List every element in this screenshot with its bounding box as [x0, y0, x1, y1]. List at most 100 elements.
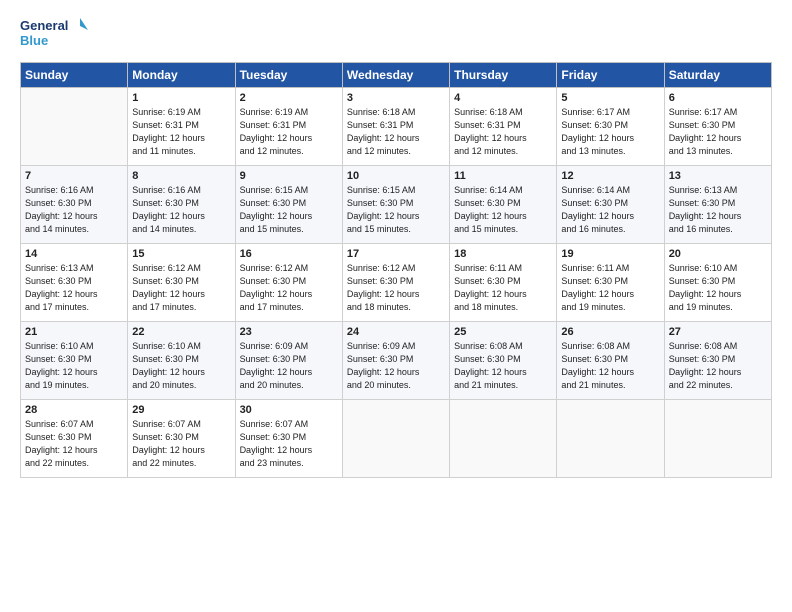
calendar-cell: 11 Sunrise: 6:14 AM Sunset: 6:30 PM Dayli…: [450, 166, 557, 244]
day-info: Sunrise: 6:12 AM Sunset: 6:30 PM Dayligh…: [132, 262, 230, 314]
day-number: 14: [25, 248, 123, 260]
day-number: 8: [132, 170, 230, 182]
day-info: Sunrise: 6:07 AM Sunset: 6:30 PM Dayligh…: [132, 418, 230, 470]
day-number: 21: [25, 326, 123, 338]
calendar-cell: 10 Sunrise: 6:15 AM Sunset: 6:30 PM Dayli…: [342, 166, 449, 244]
day-info: Sunrise: 6:18 AM Sunset: 6:31 PM Dayligh…: [454, 106, 552, 158]
day-number: 3: [347, 92, 445, 104]
week-row-4: 21 Sunrise: 6:10 AM Sunset: 6:30 PM Dayli…: [21, 322, 772, 400]
calendar-cell: [557, 400, 664, 478]
day-number: 11: [454, 170, 552, 182]
weekday-saturday: Saturday: [664, 63, 771, 88]
day-number: 25: [454, 326, 552, 338]
day-number: 26: [561, 326, 659, 338]
day-info: Sunrise: 6:12 AM Sunset: 6:30 PM Dayligh…: [347, 262, 445, 314]
day-info: Sunrise: 6:14 AM Sunset: 6:30 PM Dayligh…: [454, 184, 552, 236]
day-number: 6: [669, 92, 767, 104]
week-row-1: 1 Sunrise: 6:19 AM Sunset: 6:31 PM Daylig…: [21, 88, 772, 166]
weekday-header-row: SundayMondayTuesdayWednesdayThursdayFrid…: [21, 63, 772, 88]
day-number: 17: [347, 248, 445, 260]
day-number: 5: [561, 92, 659, 104]
header: General Blue: [20, 16, 772, 52]
calendar-table: SundayMondayTuesdayWednesdayThursdayFrid…: [20, 62, 772, 478]
calendar-cell: 1Sunrise: 6:19 AM Sunset: 6:31 PM Daylig…: [128, 88, 235, 166]
day-info: Sunrise: 6:17 AM Sunset: 6:30 PM Dayligh…: [561, 106, 659, 158]
day-info: Sunrise: 6:16 AM Sunset: 6:30 PM Dayligh…: [25, 184, 123, 236]
calendar-cell: 23 Sunrise: 6:09 AM Sunset: 6:30 PM Dayli…: [235, 322, 342, 400]
calendar-cell: 13 Sunrise: 6:13 AM Sunset: 6:30 PM Dayli…: [664, 166, 771, 244]
calendar-cell: 6 Sunrise: 6:17 AM Sunset: 6:30 PM Daylig…: [664, 88, 771, 166]
calendar-cell: 7 Sunrise: 6:16 AM Sunset: 6:30 PM Daylig…: [21, 166, 128, 244]
day-number: 13: [669, 170, 767, 182]
calendar-cell: 30Sunrise: 6:07 AM Sunset: 6:30 PM Dayli…: [235, 400, 342, 478]
day-info: Sunrise: 6:15 AM Sunset: 6:30 PM Dayligh…: [347, 184, 445, 236]
calendar-body: 1 Sunrise: 6:19 AM Sunset: 6:31 PM Daylig…: [21, 88, 772, 478]
calendar-cell: 21 Sunrise: 6:10 AM Sunset: 6:30 PM Dayli…: [21, 322, 128, 400]
day-number: 23: [240, 326, 338, 338]
day-info: Sunrise: 6:16 AM Sunset: 6:30 PM Dayligh…: [132, 184, 230, 236]
day-info: Sunrise: 6:11 AM Sunset: 6:30 PM Dayligh…: [454, 262, 552, 314]
weekday-wednesday: Wednesday: [342, 63, 449, 88]
calendar-cell: [342, 400, 449, 478]
week-row-2: 7 Sunrise: 6:16 AM Sunset: 6:30 PM Daylig…: [21, 166, 772, 244]
day-info: Sunrise: 6:10 AM Sunset: 6:30 PM Dayligh…: [669, 262, 767, 314]
day-number: 10: [347, 170, 445, 182]
day-info: Sunrise: 6:13 AM Sunset: 6:30 PM Dayligh…: [25, 262, 123, 314]
logo: General Blue: [20, 16, 88, 52]
day-number: 20: [669, 248, 767, 260]
calendar-cell: 28 Sunrise: 6:07 AM Sunset: 6:30 PM Dayli…: [21, 400, 128, 478]
calendar-cell: [450, 400, 557, 478]
calendar-cell: 24Sunrise: 6:09 AM Sunset: 6:30 PM Dayli…: [342, 322, 449, 400]
calendar-page: General Blue SundayMondayTuesdayWednesda…: [0, 0, 792, 612]
day-number: 1: [132, 92, 230, 104]
day-number: 16: [240, 248, 338, 260]
day-info: Sunrise: 6:12 AM Sunset: 6:30 PM Dayligh…: [240, 262, 338, 314]
day-number: 4: [454, 92, 552, 104]
day-info: Sunrise: 6:11 AM Sunset: 6:30 PM Dayligh…: [561, 262, 659, 314]
week-row-5: 28 Sunrise: 6:07 AM Sunset: 6:30 PM Dayli…: [21, 400, 772, 478]
day-info: Sunrise: 6:17 AM Sunset: 6:30 PM Dayligh…: [669, 106, 767, 158]
calendar-cell: 29Sunrise: 6:07 AM Sunset: 6:30 PM Dayli…: [128, 400, 235, 478]
calendar-cell: 8 Sunrise: 6:16 AM Sunset: 6:30 PM Daylig…: [128, 166, 235, 244]
day-number: 18: [454, 248, 552, 260]
calendar-cell: 12Sunrise: 6:14 AM Sunset: 6:30 PM Dayli…: [557, 166, 664, 244]
svg-text:General: General: [20, 18, 68, 33]
day-info: Sunrise: 6:09 AM Sunset: 6:30 PM Dayligh…: [240, 340, 338, 392]
weekday-sunday: Sunday: [21, 63, 128, 88]
calendar-cell: 14 Sunrise: 6:13 AM Sunset: 6:30 PM Dayli…: [21, 244, 128, 322]
day-info: Sunrise: 6:09 AM Sunset: 6:30 PM Dayligh…: [347, 340, 445, 392]
weekday-tuesday: Tuesday: [235, 63, 342, 88]
day-info: Sunrise: 6:18 AM Sunset: 6:31 PM Dayligh…: [347, 106, 445, 158]
day-info: Sunrise: 6:08 AM Sunset: 6:30 PM Dayligh…: [561, 340, 659, 392]
calendar-cell: 22 Sunrise: 6:10 AM Sunset: 6:30 PM Dayli…: [128, 322, 235, 400]
day-info: Sunrise: 6:14 AM Sunset: 6:30 PM Dayligh…: [561, 184, 659, 236]
day-info: Sunrise: 6:15 AM Sunset: 6:30 PM Dayligh…: [240, 184, 338, 236]
day-number: 22: [132, 326, 230, 338]
calendar-cell: [21, 88, 128, 166]
calendar-cell: 18 Sunrise: 6:11 AM Sunset: 6:30 PM Dayli…: [450, 244, 557, 322]
day-number: 7: [25, 170, 123, 182]
day-info: Sunrise: 6:08 AM Sunset: 6:30 PM Dayligh…: [669, 340, 767, 392]
day-info: Sunrise: 6:07 AM Sunset: 6:30 PM Dayligh…: [25, 418, 123, 470]
day-number: 30: [240, 404, 338, 416]
day-number: 2: [240, 92, 338, 104]
day-number: 28: [25, 404, 123, 416]
calendar-cell: 17 Sunrise: 6:12 AM Sunset: 6:30 PM Dayli…: [342, 244, 449, 322]
calendar-cell: 3 Sunrise: 6:18 AM Sunset: 6:31 PM Daylig…: [342, 88, 449, 166]
week-row-3: 14 Sunrise: 6:13 AM Sunset: 6:30 PM Dayli…: [21, 244, 772, 322]
day-number: 27: [669, 326, 767, 338]
day-info: Sunrise: 6:13 AM Sunset: 6:30 PM Dayligh…: [669, 184, 767, 236]
calendar-cell: 27 Sunrise: 6:08 AM Sunset: 6:30 PM Dayli…: [664, 322, 771, 400]
calendar-cell: 25 Sunrise: 6:08 AM Sunset: 6:30 PM Dayli…: [450, 322, 557, 400]
day-info: Sunrise: 6:10 AM Sunset: 6:30 PM Dayligh…: [25, 340, 123, 392]
weekday-monday: Monday: [128, 63, 235, 88]
day-number: 9: [240, 170, 338, 182]
calendar-cell: [664, 400, 771, 478]
calendar-cell: 20 Sunrise: 6:10 AM Sunset: 6:30 PM Dayli…: [664, 244, 771, 322]
day-info: Sunrise: 6:08 AM Sunset: 6:30 PM Dayligh…: [454, 340, 552, 392]
calendar-cell: 2 Sunrise: 6:19 AM Sunset: 6:31 PM Daylig…: [235, 88, 342, 166]
calendar-cell: 15Sunrise: 6:12 AM Sunset: 6:30 PM Dayli…: [128, 244, 235, 322]
day-info: Sunrise: 6:19 AM Sunset: 6:31 PM Dayligh…: [240, 106, 338, 158]
calendar-cell: 19Sunrise: 6:11 AM Sunset: 6:30 PM Dayli…: [557, 244, 664, 322]
day-info: Sunrise: 6:10 AM Sunset: 6:30 PM Dayligh…: [132, 340, 230, 392]
